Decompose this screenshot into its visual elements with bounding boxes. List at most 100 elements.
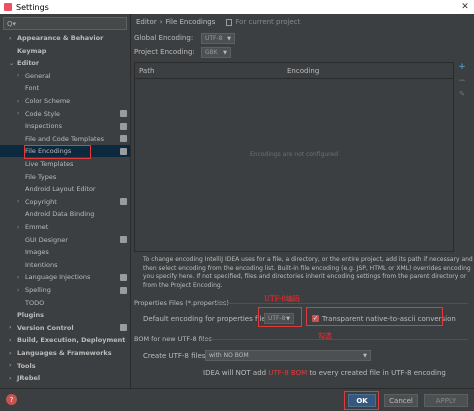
project-scope-icon	[120, 273, 127, 281]
close-icon[interactable]: ✕	[458, 0, 472, 14]
native-to-ascii-checkbox[interactable]: ✓	[312, 315, 319, 322]
chevron-right-icon[interactable]: ›	[9, 324, 11, 331]
sidebar-item-label: Emmet	[25, 223, 49, 231]
sidebar-item[interactable]: › Tools	[0, 360, 130, 372]
sidebar-item[interactable]: › Code Style	[0, 108, 130, 120]
sidebar-item-label: Version Control	[17, 323, 74, 332]
sidebar-item-label: Copyright	[25, 197, 57, 206]
sidebar-item[interactable]: › Language Injections	[0, 271, 130, 283]
bom-section-title: BOM for new UTF-8 files	[134, 335, 212, 343]
sidebar-item-label: Intentions	[25, 260, 58, 269]
settings-tree: › Appearance & Behavior Keymap ⌄ Editor › Gene…	[0, 32, 130, 396]
chevron-right-icon[interactable]: ›	[17, 224, 19, 231]
chevron-right-icon[interactable]: ›	[9, 350, 11, 357]
sidebar-item[interactable]: › JRebel	[0, 372, 130, 384]
sidebar-item[interactable]: Android Data Binding	[0, 208, 130, 220]
sidebar-item[interactable]: › Languages & Frameworks	[0, 347, 130, 359]
sidebar-item[interactable]: File Encodings	[0, 145, 130, 158]
global-encoding-select[interactable]: UTF-8 ▼	[201, 33, 235, 44]
encodings-table[interactable]: Path Encoding Encodings are not configur…	[134, 62, 454, 252]
sidebar-item-label: General	[25, 71, 51, 80]
project-scope-icon	[120, 122, 127, 130]
sidebar-item[interactable]: GUI Designer	[0, 234, 130, 246]
native-to-ascii-label[interactable]: Transparent native-to-ascii conversion	[322, 315, 456, 323]
edit-icon[interactable]: ✎	[458, 90, 466, 98]
sidebar-item-label: Images	[25, 248, 49, 257]
create-utf8-label: Create UTF-8 files:	[143, 352, 208, 360]
sidebar-item[interactable]: Inspections	[0, 120, 130, 132]
sidebar-item[interactable]: › Build, Execution, Deployment	[0, 334, 130, 346]
sidebar-item[interactable]: › Copyright	[0, 196, 130, 208]
info-text: To change encoding IntelliJ IDEA uses fo…	[143, 256, 473, 289]
sidebar-item-label: TODO	[25, 298, 45, 307]
project-scope-icon	[120, 135, 127, 143]
chevron-right-icon[interactable]: ›	[17, 98, 19, 105]
title-bar: Settings ✕	[0, 0, 474, 14]
breadcrumb-current: File Encodings	[165, 18, 216, 26]
remove-icon[interactable]: −	[458, 76, 466, 86]
chevron-right-icon[interactable]: ›	[17, 287, 19, 294]
chevron-right-icon[interactable]: ›	[17, 110, 19, 117]
bom-note: IDEA will NOT add UTF-8 BOM to every cre…	[203, 369, 446, 377]
sidebar-item-label: File Types	[25, 172, 57, 181]
chevron-right-icon[interactable]: ›	[9, 375, 11, 382]
column-header-encoding[interactable]: Encoding	[287, 67, 319, 75]
chevron-right-icon[interactable]: ›	[9, 35, 11, 42]
chevron-down-icon[interactable]: ⌄	[9, 60, 14, 67]
project-encoding-value: GBK	[205, 49, 218, 56]
chevron-down-icon: ▼	[363, 352, 367, 359]
bom-link[interactable]: UTF-8 BOM	[268, 369, 307, 377]
sidebar-item[interactable]: › General	[0, 70, 130, 82]
sidebar-item[interactable]: › Version Control	[0, 322, 130, 334]
chevron-right-icon[interactable]: ›	[17, 198, 19, 205]
sidebar-item[interactable]: Keymap	[0, 45, 130, 57]
sidebar-item[interactable]: › Emmet	[0, 221, 130, 233]
cancel-button[interactable]: Cancel	[384, 394, 418, 407]
sidebar-item[interactable]: Images	[0, 246, 130, 258]
help-icon[interactable]: ?	[6, 394, 17, 405]
chevron-right-icon[interactable]: ›	[17, 274, 19, 281]
chevron-right-icon[interactable]: ›	[9, 362, 11, 369]
properties-default-label: Default encoding for properties files:	[143, 315, 272, 323]
sidebar-item[interactable]: Intentions	[0, 259, 130, 271]
chevron-down-icon: ▼	[286, 315, 290, 322]
sidebar-item-label: GUI Designer	[25, 235, 68, 244]
sidebar-item-label: JRebel	[17, 374, 41, 383]
properties-encoding-select[interactable]: UTF-8 ▼	[264, 313, 294, 324]
sidebar-item-label: Appearance & Behavior	[17, 34, 104, 42]
create-utf8-select[interactable]: with NO BOM ▼	[205, 350, 371, 361]
column-header-path[interactable]: Path	[139, 67, 154, 75]
sidebar-item[interactable]: › Spelling	[0, 284, 130, 296]
sidebar-item[interactable]: Android Layout Editor	[0, 183, 130, 195]
sidebar-item[interactable]: Font	[0, 82, 130, 94]
project-scope-icon	[120, 198, 127, 206]
apply-button[interactable]: APPLY	[424, 394, 468, 407]
sidebar-item[interactable]: TODO	[0, 297, 130, 309]
sidebar-item[interactable]: File Types	[0, 171, 130, 183]
ok-button[interactable]: OK	[348, 394, 376, 407]
sidebar-item[interactable]: › Color Scheme	[0, 95, 130, 107]
sidebar-item-label: Keymap	[17, 46, 47, 55]
sidebar-item-label: Plugins	[17, 311, 44, 320]
breadcrumb-parent[interactable]: Editor	[136, 18, 157, 26]
sidebar-item-label: Android Data Binding	[25, 210, 95, 219]
sidebar-item[interactable]: ⌄ Editor	[0, 57, 130, 69]
add-icon[interactable]: +	[458, 62, 466, 72]
global-encoding-value: UTF-8	[205, 35, 223, 42]
settings-search-input[interactable]: Q▾	[3, 17, 127, 30]
chevron-down-icon: ▼	[223, 49, 227, 56]
sidebar-item-label: Code Style	[25, 109, 61, 118]
window-title: Settings	[16, 2, 49, 12]
sidebar-item-label: File Encodings	[25, 147, 72, 156]
sidebar-item-label: Language Injections	[25, 273, 91, 282]
chevron-right-icon[interactable]: ›	[17, 72, 19, 79]
sidebar-item[interactable]: › Appearance & Behavior	[0, 32, 130, 44]
project-encoding-select[interactable]: GBK ▼	[201, 47, 231, 58]
chevron-right-icon[interactable]: ›	[9, 337, 11, 344]
content-panel: Editor › File Encodings For current proj…	[131, 14, 474, 396]
sidebar-item[interactable]: Live Templates	[0, 158, 130, 170]
sidebar-item[interactable]: Plugins	[0, 309, 130, 321]
sidebar-item[interactable]: File and Code Templates	[0, 133, 130, 145]
section-separator	[213, 303, 468, 304]
sidebar-item-label: Spelling	[25, 286, 51, 294]
